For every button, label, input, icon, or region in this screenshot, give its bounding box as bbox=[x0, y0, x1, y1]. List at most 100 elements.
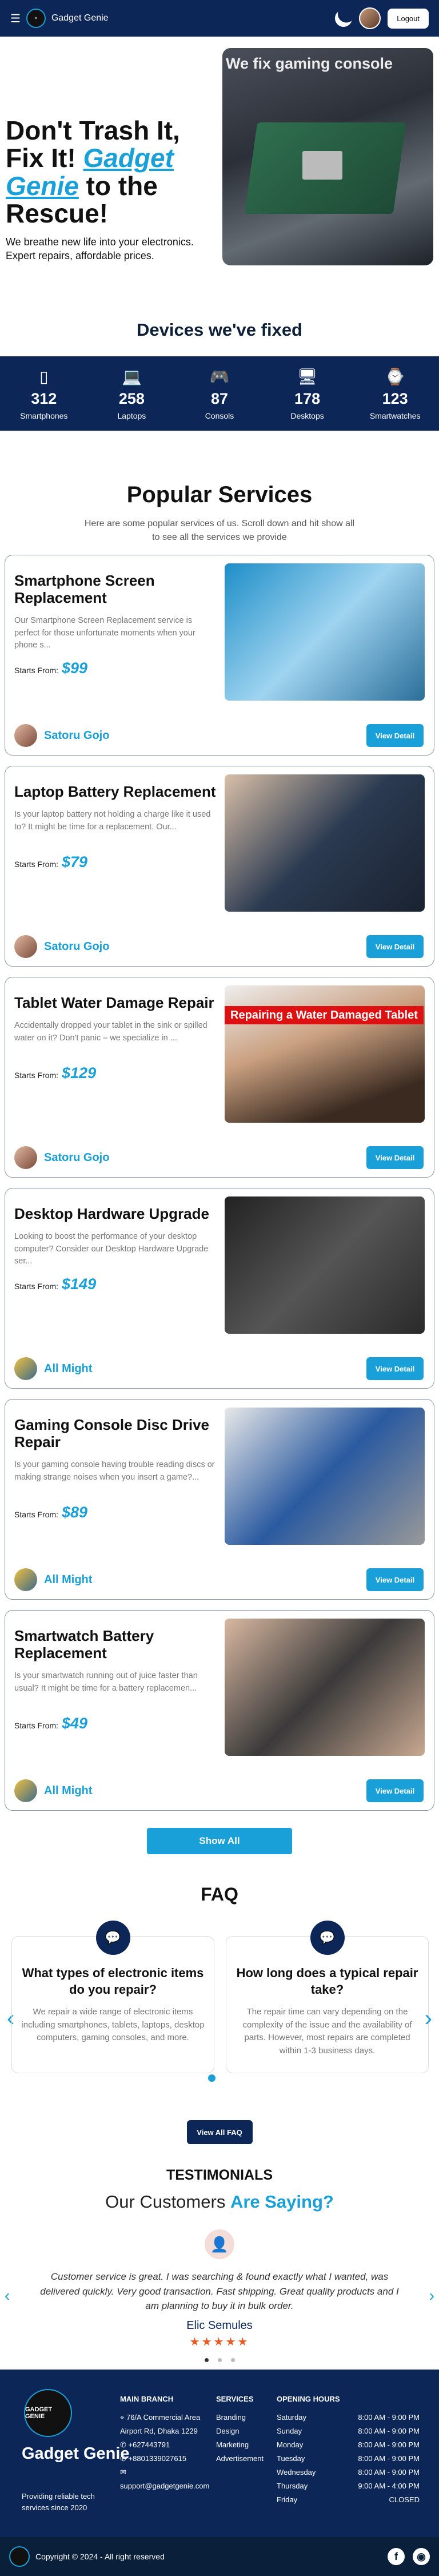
service-image: Repairing a Water Damaged Tablet bbox=[225, 985, 425, 1123]
smartphone-icon: ▯ bbox=[39, 367, 49, 385]
moon-icon[interactable] bbox=[332, 7, 356, 30]
service-image bbox=[225, 1619, 425, 1756]
copyright-text: Copyright © 2024 - All right reserved bbox=[35, 2552, 165, 2561]
technician[interactable]: All Might bbox=[14, 1779, 92, 1802]
stat-consols: 🎮 87 Consols bbox=[185, 367, 254, 420]
service-price: Starts From: $89 bbox=[14, 1503, 88, 1521]
main-branch: MAIN BRANCH ⌖ 76/A Commercial Area Airpo… bbox=[120, 2392, 209, 2493]
footer-link[interactable]: Marketing bbox=[216, 2438, 264, 2452]
devices-stats: ▯ 312 Smartphones 💻 258 Laptops 🎮 87 Consols 🖥… bbox=[0, 356, 439, 431]
technician[interactable]: Satoru Gojo bbox=[14, 724, 109, 747]
service-price: Starts From: $79 bbox=[14, 853, 88, 870]
phone-icon: ✆ bbox=[120, 2454, 129, 2463]
service-price: Starts From: $99 bbox=[14, 659, 88, 677]
service-desc: Is your laptop battery not holding a cha… bbox=[14, 809, 211, 832]
email[interactable]: ✉ support@gadgetgenie.com bbox=[120, 2466, 209, 2493]
faq-answer: The repair time can vary depending on th… bbox=[242, 2007, 412, 2056]
customer-avatar: 👤 bbox=[205, 2229, 234, 2259]
hours-row: Friday CLOSED bbox=[277, 2495, 420, 2505]
service-image bbox=[225, 563, 425, 701]
service-desc: Is your smartwatch running out of juice … bbox=[14, 1671, 198, 1693]
faq-question: How long does a typical repair take? bbox=[236, 1966, 418, 1997]
faq-item: 💬 How long does a typical repair take? T… bbox=[226, 1921, 429, 2073]
avatar[interactable] bbox=[359, 7, 381, 29]
stat-smartphones: ▯ 312 Smartphones bbox=[10, 367, 78, 420]
services-title: Popular Services bbox=[126, 482, 313, 507]
logo[interactable]: ✦ bbox=[26, 9, 46, 28]
laptop-icon: 💻 bbox=[121, 367, 142, 385]
carousel-dot[interactable] bbox=[208, 2074, 215, 2082]
mail-icon: ✉ bbox=[120, 2468, 126, 2477]
service-price: Starts From: $149 bbox=[14, 1275, 97, 1293]
hours-row: Thursday 9:00 AM - 4:00 PM bbox=[277, 2482, 420, 2491]
service-desc: Accidentally dropped your tablet in the … bbox=[14, 1020, 207, 1043]
faq-question: What types of electronic items do you re… bbox=[22, 1966, 204, 1997]
technician[interactable]: All Might bbox=[14, 1568, 92, 1591]
service-price: Starts From: $49 bbox=[14, 1714, 88, 1732]
service-card: Desktop Hardware Upgrade Looking to boost… bbox=[5, 1188, 434, 1389]
service-card: Tablet Water Damage Repair Accidentally d… bbox=[5, 977, 434, 1178]
faq-title: FAQ bbox=[201, 1884, 238, 1905]
services-list: SERVICES Branding Design Marketing Adver… bbox=[216, 2392, 264, 2466]
faq-carousel: ‹ 💬 What types of electronic items do yo… bbox=[0, 1920, 439, 2120]
view-detail-button[interactable]: View Detail bbox=[366, 1357, 424, 1380]
view-detail-button[interactable]: View Detail bbox=[366, 1568, 424, 1591]
hours-row: Monday 8:00 AM - 9:00 PM bbox=[277, 2440, 420, 2450]
facebook-icon[interactable]: f bbox=[388, 2548, 405, 2565]
image-badge: Repairing a Water Damaged Tablet bbox=[225, 1006, 424, 1024]
footer-link[interactable]: Branding bbox=[216, 2411, 264, 2424]
brand-name[interactable]: Gadget Genie bbox=[51, 13, 109, 23]
service-title: Tablet Water Damage Repair bbox=[14, 994, 214, 1011]
phone[interactable]: ✆ +627443791 bbox=[120, 2438, 206, 2452]
menu-icon[interactable]: ☰ bbox=[10, 11, 21, 26]
small-logo bbox=[9, 2546, 30, 2567]
phone[interactable]: ✆ +8801339027615 bbox=[120, 2452, 206, 2466]
chevron-left-icon[interactable]: ‹ bbox=[5, 2287, 10, 2305]
service-title: Gaming Console Disc Drive Repair bbox=[14, 1416, 209, 1450]
view-detail-button[interactable]: View Detail bbox=[366, 1779, 424, 1802]
view-all-faq-button[interactable]: View All FAQ bbox=[186, 2120, 253, 2144]
technician[interactable]: Satoru Gojo bbox=[14, 1146, 109, 1169]
stat-desktops: 🖥 178 Desktops bbox=[273, 367, 342, 420]
rating-stars: ★★★★★ bbox=[189, 2335, 250, 2348]
service-card: Gaming Console Disc Drive Repair Is your … bbox=[5, 1399, 434, 1600]
footer-link[interactable]: Design bbox=[216, 2424, 264, 2438]
carousel-dots bbox=[0, 2355, 439, 2365]
hero-subtitle: We breathe new life into your electronic… bbox=[6, 236, 194, 262]
chevron-right-icon[interactable]: › bbox=[425, 2006, 432, 2032]
hours-row: Saturday 8:00 AM - 9:00 PM bbox=[277, 2413, 420, 2422]
hero-title: Don't Trash It, Fix It! Gadget Genie to … bbox=[6, 116, 180, 228]
service-card: Laptop Battery Replacement Is your laptop… bbox=[5, 766, 434, 967]
opening-hours: OPENING HOURS Saturday 8:00 AM - 9:00 PM … bbox=[277, 2392, 420, 2507]
copyright-bar: Copyright © 2024 - All right reserved f ◉ bbox=[0, 2537, 439, 2576]
avatar bbox=[14, 1568, 37, 1591]
service-desc: Looking to boost the performance of your… bbox=[14, 1231, 209, 1266]
logout-button[interactable]: Logout bbox=[388, 8, 429, 29]
service-desc: Is your gaming console having trouble re… bbox=[14, 1460, 215, 1482]
view-detail-button[interactable]: View Detail bbox=[366, 935, 424, 958]
phone-icon: ✆ bbox=[120, 2440, 129, 2450]
footer-brand: Gadget Genie bbox=[22, 2444, 130, 2463]
service-image bbox=[225, 1196, 425, 1334]
hero: Don't Trash It, Fix It! Gadget Genie to … bbox=[0, 37, 439, 277]
hero-image-caption: We fix gaming console bbox=[225, 55, 393, 72]
faq-answer: We repair a wide range of electronic ite… bbox=[21, 2007, 205, 2043]
hero-image: We fix gaming console bbox=[222, 48, 433, 265]
services-subtitle: Here are some popular services of us. Sc… bbox=[84, 519, 355, 542]
footer: GADGET GENIE Gadget Genie Providing reli… bbox=[0, 2370, 439, 2537]
github-icon[interactable]: ◉ bbox=[413, 2548, 430, 2565]
testimonials-subtitle: Our Customers Are Saying? bbox=[105, 2192, 334, 2212]
technician[interactable]: All Might bbox=[14, 1357, 92, 1380]
view-detail-button[interactable]: View Detail bbox=[366, 724, 424, 747]
devices-title: Devices we've fixed bbox=[137, 320, 302, 340]
testimonials-title: TESTIMONIALS bbox=[166, 2167, 273, 2183]
technician[interactable]: Satoru Gojo bbox=[14, 935, 109, 958]
chevron-right-icon[interactable]: › bbox=[429, 2287, 434, 2305]
service-image bbox=[225, 774, 425, 912]
avatar bbox=[14, 1779, 37, 1802]
view-detail-button[interactable]: View Detail bbox=[366, 1146, 424, 1169]
show-all-button[interactable]: Show All bbox=[147, 1828, 292, 1854]
footer-link[interactable]: Advertisement bbox=[216, 2452, 264, 2466]
avatar bbox=[14, 724, 37, 747]
testimonial-carousel: ‹ 👤 Customer service is great. I was sea… bbox=[0, 2229, 439, 2372]
